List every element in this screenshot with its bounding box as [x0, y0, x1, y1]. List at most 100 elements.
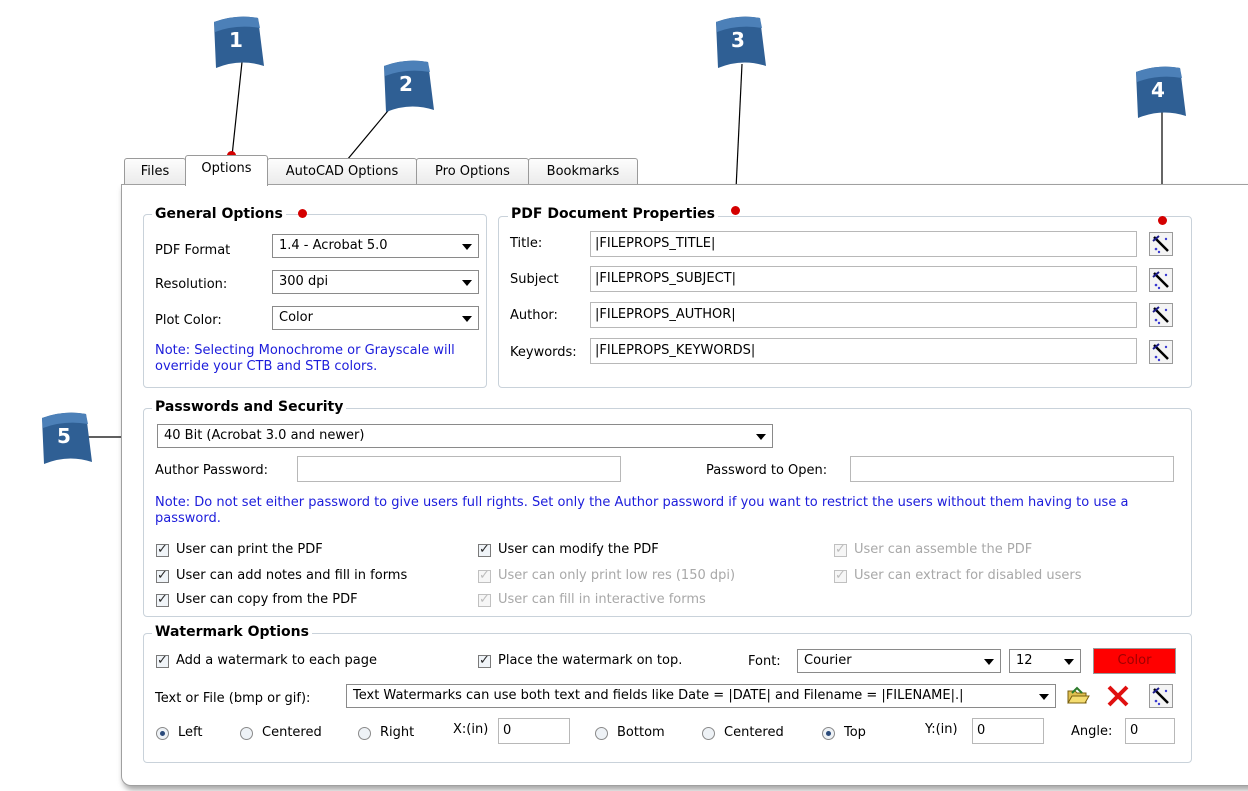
perm-assemble-label: User can assemble the PDF — [854, 542, 1033, 557]
pdf-format-label: PDF Format — [155, 243, 231, 258]
general-options-title: General Options — [152, 206, 286, 222]
h-align-centered-radio[interactable] — [240, 727, 253, 740]
author-password-label: Author Password: — [155, 463, 269, 478]
chevron-down-icon — [1064, 659, 1074, 665]
tab-pro-options[interactable]: Pro Options — [416, 158, 529, 184]
y-offset-label: Y:(in) — [925, 722, 958, 737]
watermark-color-button[interactable]: Color — [1093, 648, 1176, 674]
font-size-value: 12 — [1016, 653, 1033, 668]
author-field-picker-icon[interactable] — [1149, 303, 1173, 327]
resolution-select[interactable]: 300 dpi — [272, 270, 479, 294]
title-field-picker-icon[interactable] — [1149, 232, 1173, 256]
v-align-bottom-label: Bottom — [617, 725, 665, 740]
add-watermark-label: Add a watermark to each page — [176, 653, 377, 668]
callout-2-number: 2 — [399, 72, 413, 96]
angle-label: Angle: — [1071, 724, 1113, 739]
chevron-down-icon — [984, 659, 994, 665]
security-note: Note: Do not set either password to give… — [155, 495, 1129, 526]
callout-3-marker — [731, 206, 740, 215]
watermark-text-select[interactable]: Text Watermarks can use both text and fi… — [346, 684, 1056, 708]
v-align-top-label: Top — [844, 725, 866, 740]
pdf-format-value: 1.4 - Acrobat 5.0 — [279, 238, 388, 253]
perm-copy-checkbox[interactable] — [156, 592, 169, 607]
perm-assemble-checkbox — [834, 542, 847, 557]
font-select[interactable]: Courier — [797, 649, 1001, 673]
tab-autocad-options[interactable]: AutoCAD Options — [267, 158, 417, 184]
h-align-right-radio[interactable] — [358, 727, 371, 740]
keywords-field[interactable]: |FILEPROPS_KEYWORDS| — [590, 338, 1137, 364]
callout-1-flag-icon: 1 — [208, 14, 268, 72]
author-password-field[interactable] — [297, 456, 621, 482]
perm-print-checkbox[interactable] — [156, 542, 169, 557]
title-field[interactable]: |FILEPROPS_TITLE| — [590, 231, 1137, 257]
password-to-open-field[interactable] — [850, 456, 1174, 482]
chevron-down-icon — [462, 244, 472, 250]
watermark-options-title: Watermark Options — [152, 624, 312, 640]
callout-1-number: 1 — [229, 28, 243, 52]
chevron-down-icon — [1039, 694, 1049, 700]
delete-x-icon[interactable] — [1106, 684, 1130, 708]
h-align-left-radio[interactable] — [156, 727, 169, 740]
tab-files[interactable]: Files — [124, 158, 186, 184]
plot-color-label: Plot Color: — [155, 313, 222, 328]
callout-2-marker — [298, 209, 307, 218]
passwords-security-title: Passwords and Security — [152, 399, 347, 415]
perm-low-res-label: User can only print low res (150 dpi) — [498, 568, 736, 583]
general-options-note: Note: Selecting Monochrome or Grayscale … — [155, 343, 455, 374]
add-watermark-checkbox[interactable] — [156, 653, 169, 668]
watermark-on-top-label: Place the watermark on top. — [498, 653, 683, 668]
watermark-text-value: Text Watermarks can use both text and fi… — [353, 688, 964, 703]
author-label: Author: — [510, 308, 558, 323]
chevron-down-icon — [756, 434, 766, 440]
x-offset-label: X:(in) — [453, 722, 489, 737]
perm-modify-checkbox[interactable] — [478, 542, 491, 557]
perm-extract-label: User can extract for disabled users — [854, 568, 1082, 583]
pdf-format-select[interactable]: 1.4 - Acrobat 5.0 — [272, 234, 479, 258]
callout-4-flag-icon: 4 — [1130, 64, 1190, 122]
perm-print-label: User can print the PDF — [176, 542, 323, 557]
folder-open-icon[interactable] — [1066, 684, 1090, 708]
perm-notes-checkbox[interactable] — [156, 568, 169, 583]
perm-fill-forms-label: User can fill in interactive forms — [498, 592, 706, 607]
password-to-open-label: Password to Open: — [706, 463, 828, 478]
font-size-select[interactable]: 12 — [1009, 649, 1081, 673]
keywords-field-picker-icon[interactable] — [1149, 340, 1173, 364]
subject-field[interactable]: |FILEPROPS_SUBJECT| — [590, 266, 1137, 292]
resolution-label: Resolution: — [155, 277, 228, 292]
callout-4-number: 4 — [1151, 78, 1165, 102]
v-align-bottom-radio[interactable] — [595, 727, 608, 740]
h-align-left-label: Left — [178, 725, 203, 740]
text-or-file-label: Text or File (bmp or gif): — [155, 691, 311, 706]
plot-color-value: Color — [279, 310, 313, 325]
chevron-down-icon — [462, 280, 472, 286]
tab-options[interactable]: Options — [185, 155, 268, 186]
font-value: Courier — [804, 653, 852, 668]
watermark-field-picker-icon[interactable] — [1149, 684, 1173, 708]
v-align-centered-radio[interactable] — [702, 727, 715, 740]
encryption-level-select[interactable]: 40 Bit (Acrobat 3.0 and newer) — [157, 424, 773, 448]
v-align-top-radio[interactable] — [822, 727, 835, 740]
callout-5-flag-icon: 5 — [36, 410, 96, 468]
font-label: Font: — [748, 654, 781, 669]
subject-field-picker-icon[interactable] — [1149, 268, 1173, 292]
callout-4-marker — [1158, 216, 1167, 225]
angle-field[interactable]: 0 — [1125, 718, 1175, 744]
perm-copy-label: User can copy from the PDF — [176, 592, 358, 607]
perm-modify-label: User can modify the PDF — [498, 542, 659, 557]
encryption-level-value: 40 Bit (Acrobat 3.0 and newer) — [164, 428, 365, 443]
v-align-centered-label: Centered — [724, 725, 784, 740]
plot-color-select[interactable]: Color — [272, 306, 479, 330]
perm-low-res-checkbox — [478, 568, 491, 583]
chevron-down-icon — [462, 316, 472, 322]
watermark-on-top-checkbox[interactable] — [478, 653, 491, 668]
callout-3-number: 3 — [731, 28, 745, 52]
keywords-label: Keywords: — [510, 345, 577, 360]
tab-bookmarks[interactable]: Bookmarks — [528, 158, 638, 184]
h-align-right-label: Right — [380, 725, 415, 740]
callout-2-flag-icon: 2 — [378, 58, 438, 116]
author-field[interactable]: |FILEPROPS_AUTHOR| — [590, 302, 1137, 328]
y-offset-field[interactable]: 0 — [972, 718, 1044, 744]
perm-fill-forms-checkbox — [478, 592, 491, 607]
x-offset-field[interactable]: 0 — [498, 718, 570, 744]
h-align-centered-label: Centered — [262, 725, 322, 740]
